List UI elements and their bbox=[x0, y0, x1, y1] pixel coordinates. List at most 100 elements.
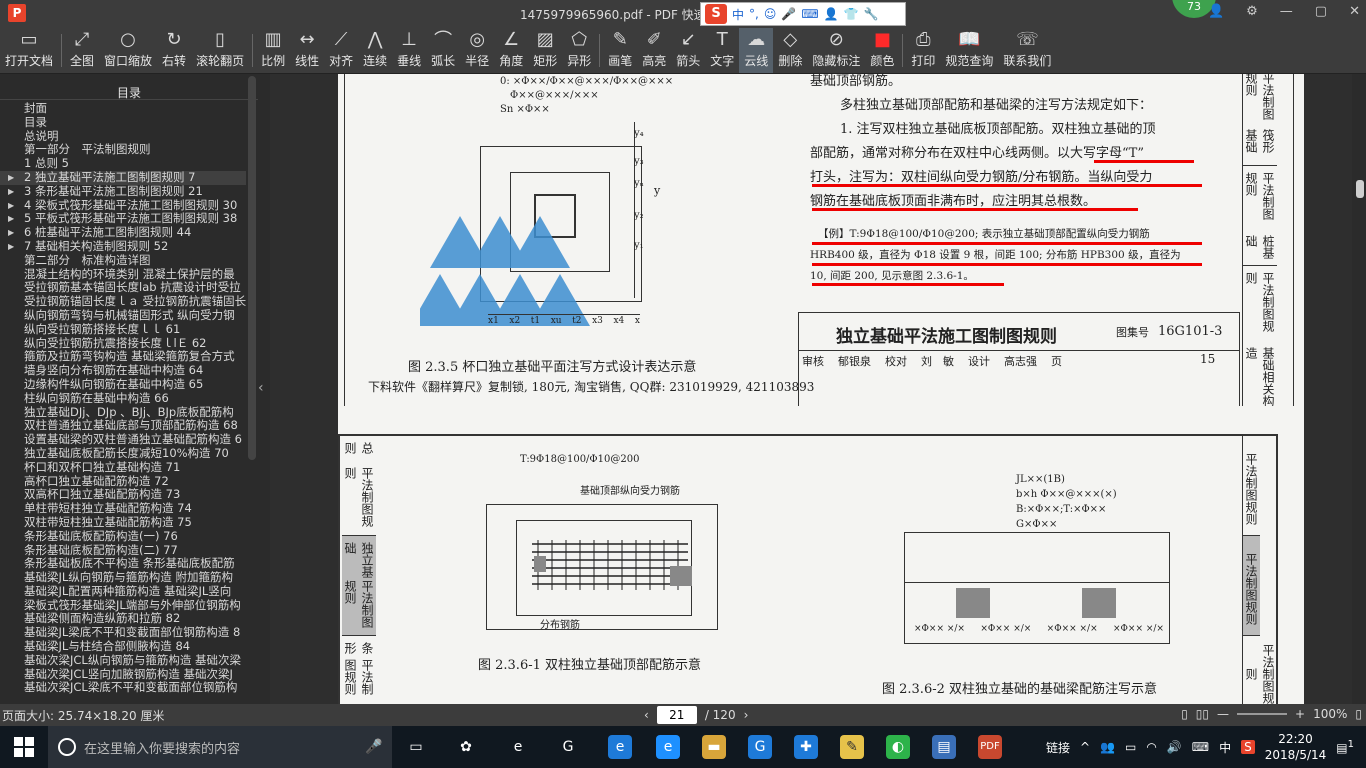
toolbar-arc-length-button[interactable]: ⌒ 弧长 bbox=[426, 28, 460, 73]
toc-item[interactable]: 封面 bbox=[0, 102, 246, 116]
skin-icon[interactable]: 👕 bbox=[844, 7, 859, 21]
toc-item[interactable]: 双柱普通独立基础底部与顶部配筋构造 68 bbox=[0, 419, 246, 433]
toolbar-continuous-measure-button[interactable]: ⋀ 连续 bbox=[358, 28, 392, 73]
volume-icon[interactable]: 🔊 bbox=[1167, 740, 1182, 754]
sogou-tray-icon[interactable]: S bbox=[1241, 740, 1255, 754]
chevron-up-icon[interactable]: ^ bbox=[1080, 740, 1090, 754]
toc-item[interactable]: 独立基础DJj、DJp 、BJj、BJp底板配筋构 bbox=[0, 406, 246, 420]
tools-icon[interactable]: 🔧 bbox=[864, 7, 879, 21]
wifi-icon[interactable]: ◠ bbox=[1146, 740, 1156, 754]
toolbar-radius-button[interactable]: ◎ 半径 bbox=[460, 28, 494, 73]
toolbar-angle-button[interactable]: ∠ 角度 bbox=[494, 28, 528, 73]
collapse-sidebar-icon[interactable]: ‹ bbox=[258, 380, 268, 396]
toc-item[interactable]: 梁板式筏形基础梁JL端部与外伸部位钢筋构 bbox=[0, 599, 246, 613]
user-icon[interactable]: 👤 bbox=[1208, 4, 1224, 19]
toc-item[interactable]: 混凝土结构的环境类别 混凝土保护层的最 bbox=[0, 268, 246, 282]
toc-item[interactable]: ▶ 5 平板式筏形基础平法施工图制图规则 38 bbox=[0, 212, 246, 226]
toolbar-eraser-button[interactable]: ◇ 删除 bbox=[773, 28, 807, 73]
toc-item[interactable]: 独立基础底板配筋长度减短10%构造 70 bbox=[0, 447, 246, 461]
double-page-view-icon[interactable]: ▯▯ bbox=[1196, 707, 1209, 721]
toc-item[interactable]: ▶ 6 桩基础平法施工图制图规则 44 bbox=[0, 226, 246, 240]
toc-item[interactable]: 基础次梁JCL竖向加腋钢筋构造 基础次梁J bbox=[0, 668, 246, 682]
current-page-input[interactable]: 21 bbox=[656, 706, 697, 724]
expand-arrow-icon[interactable]: ▶ bbox=[8, 226, 14, 240]
edge-icon[interactable]: e bbox=[608, 735, 632, 759]
notes-app-icon[interactable]: ✎ bbox=[840, 735, 864, 759]
notification-center-icon[interactable]: ▤1 bbox=[1336, 739, 1354, 755]
keyboard-icon[interactable]: ⌨ bbox=[1192, 740, 1209, 754]
toc-item[interactable]: 受拉钢筋锚固长度ｌａ 受拉钢筋抗震锚固长 bbox=[0, 295, 246, 309]
voice-icon[interactable]: 🎤 bbox=[781, 7, 796, 21]
toc-item[interactable]: 目录 bbox=[0, 116, 246, 130]
toc-item[interactable]: 1 总则 5 bbox=[0, 157, 246, 171]
toolbar-rectangle-area-button[interactable]: ▨ 矩形 bbox=[528, 28, 562, 73]
zoom-slider[interactable] bbox=[1237, 713, 1288, 715]
toc-item[interactable]: 基础梁JL纵向钢筋与箍筋构造 附加箍筋构 bbox=[0, 571, 246, 585]
keyboard-icon[interactable]: ⌨ bbox=[801, 7, 818, 21]
sidebar-scrollbar[interactable] bbox=[248, 76, 256, 460]
toc-item[interactable]: 第二部分 标准构造详图 bbox=[0, 254, 246, 268]
toc-item[interactable]: ▶ 7 基础相关构造制图规则 52 bbox=[0, 240, 246, 254]
toolbar-text-button[interactable]: T 文字 bbox=[705, 28, 739, 73]
maximize-icon[interactable]: ▢ bbox=[1315, 4, 1327, 19]
toolbar-contact-button[interactable]: ☏ 联系我们 bbox=[998, 28, 1056, 73]
toolbar-folder-button[interactable]: ▭ 打开文档 bbox=[0, 28, 58, 73]
toolbar-hide-markup-button[interactable]: ⊘ 隐藏标注 bbox=[807, 28, 865, 73]
ie-browser-icon[interactable]: e bbox=[506, 735, 530, 759]
file-explorer-icon[interactable]: ▬ bbox=[702, 735, 726, 759]
battery-icon[interactable]: ▭ bbox=[1125, 740, 1136, 754]
toc-item[interactable]: 条形基础底板配筋构造(二) 77 bbox=[0, 544, 246, 558]
toc-item[interactable]: 基础梁JL配置两种箍筋构造 基础梁JL竖向 bbox=[0, 585, 246, 599]
toc-item[interactable]: 柱纵向钢筋在基础中构造 66 bbox=[0, 392, 246, 406]
toc-item[interactable]: 第一部分 平法制图规则 bbox=[0, 143, 246, 157]
toc-item[interactable]: 基础次梁JCL梁底不平和变截面部位钢筋构 bbox=[0, 681, 246, 695]
toc-item[interactable]: 总说明 bbox=[0, 130, 246, 144]
toolbar-fit-page-button[interactable]: ⤢ 全图 bbox=[65, 28, 99, 73]
task-view-icon[interactable]: ▭ bbox=[404, 735, 428, 759]
link-label[interactable]: 链接 bbox=[1046, 739, 1070, 756]
toolbar-aligned-measure-button[interactable]: ⟋ 对齐 bbox=[324, 28, 358, 73]
toc-item[interactable]: ▶ 4 梁板式筏形基础平法施工图制图规则 30 bbox=[0, 199, 246, 213]
document-scrollbar[interactable] bbox=[1354, 74, 1366, 704]
ime-punct-toggle[interactable]: °, bbox=[749, 7, 759, 21]
single-page-view-icon[interactable]: ▯ bbox=[1181, 707, 1188, 721]
toc-item[interactable]: 纵向受拉钢筋搭接长度ｌｌ 61 bbox=[0, 323, 246, 337]
toc-item[interactable]: 条形基础底板配筋构造(一) 76 bbox=[0, 530, 246, 544]
browser-app-icon[interactable]: G bbox=[556, 735, 580, 759]
fit-width-icon[interactable]: ▯ bbox=[1355, 707, 1362, 721]
toc-item[interactable]: 基础梁JL梁底不平和变截面部位钢筋构造 8 bbox=[0, 626, 246, 640]
toolbar-rotate-right-button[interactable]: ↻ 右转 bbox=[157, 28, 191, 73]
expand-arrow-icon[interactable]: ▶ bbox=[8, 171, 14, 185]
toc-item[interactable]: 条形基础板底不平构造 条形基础底板配筋 bbox=[0, 557, 246, 571]
360-app-icon[interactable]: ◐ bbox=[886, 735, 910, 759]
toolbar-cloud-line-button[interactable]: ☁ 云线 bbox=[739, 28, 774, 73]
briefcase-app-icon[interactable]: ▤ bbox=[932, 735, 956, 759]
user-icon[interactable]: 👤 bbox=[824, 7, 839, 21]
clock[interactable]: 22:20 2018/5/14 bbox=[1265, 731, 1327, 763]
toc-item[interactable]: 墙身竖向分布钢筋在基础中构造 64 bbox=[0, 364, 246, 378]
pdf-app-icon[interactable]: PDF bbox=[978, 735, 1002, 759]
toc-item[interactable]: 双高杯口独立基础配筋构造 73 bbox=[0, 488, 246, 502]
expand-arrow-icon[interactable]: ▶ bbox=[8, 185, 14, 199]
zoom-in-icon[interactable]: + bbox=[1295, 707, 1305, 721]
expand-arrow-icon[interactable]: ▶ bbox=[8, 199, 14, 213]
toolbar-polygon-area-button[interactable]: ⬠ 异形 bbox=[562, 28, 596, 73]
microphone-icon[interactable]: 🎤 bbox=[362, 735, 386, 759]
toolbar-pen-button[interactable]: ✎ 画笔 bbox=[603, 28, 637, 73]
toc-item[interactable]: 边缘构件纵向钢筋在基础中构造 65 bbox=[0, 378, 246, 392]
toc-item[interactable]: 高杯口独立基础配筋构造 72 bbox=[0, 475, 246, 489]
toc-item[interactable]: 纵向钢筋弯钩与机械锚固形式 纵向受力钢 bbox=[0, 309, 246, 323]
zoom-out-icon[interactable]: — bbox=[1217, 707, 1229, 721]
internet-explorer-icon[interactable]: e bbox=[656, 735, 680, 759]
settings-gear-icon[interactable]: ⚙ bbox=[1246, 4, 1258, 19]
glodon-app-icon[interactable]: G bbox=[748, 735, 772, 759]
toolbar-highlighter-button[interactable]: ✐ 高亮 bbox=[637, 28, 671, 73]
toolbar-printer-button[interactable]: ⎙ 打印 bbox=[906, 28, 940, 73]
minimize-icon[interactable]: — bbox=[1280, 4, 1293, 19]
prev-page-icon[interactable]: ‹ bbox=[644, 708, 649, 722]
scrollbar-thumb[interactable] bbox=[1356, 180, 1364, 198]
pinwheel-app-icon[interactable]: ✿ bbox=[454, 735, 478, 759]
toc-item[interactable]: 受拉钢筋基本锚固长度lab 抗震设计时受拉 bbox=[0, 281, 246, 295]
toc-item[interactable]: 基础梁JL与柱结合部侧腋构造 84 bbox=[0, 640, 246, 654]
zoom-level[interactable]: 100% bbox=[1313, 707, 1347, 721]
